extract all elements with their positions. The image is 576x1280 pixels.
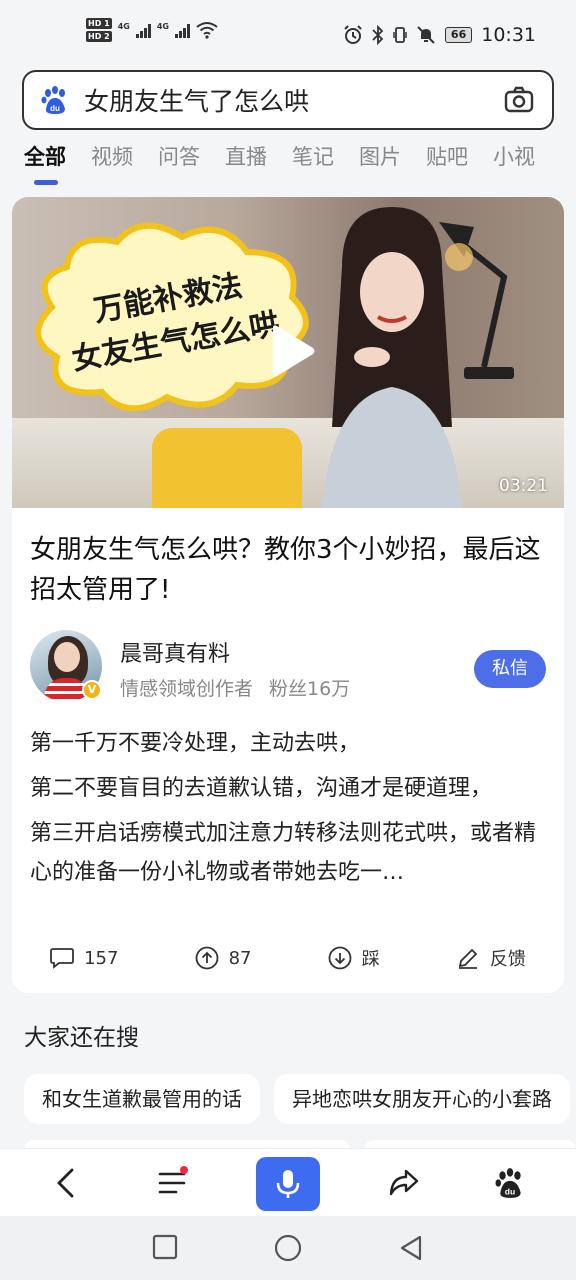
system-nav-bar (0, 1216, 576, 1280)
result-card[interactable]: 万能补救法 女友生气怎么哄 03:21 女朋友生气怎么哄？教你3个小妙招，最后这… (12, 197, 564, 993)
feedback-label: 反馈 (489, 949, 526, 970)
upvote-icon (195, 946, 219, 970)
baidu-home-icon[interactable]: du (494, 1167, 526, 1199)
upvote-button[interactable]: 87 (195, 946, 252, 970)
related-searches: 和女生道歉最管用的话 异地恋哄女朋友开心的小套路 (24, 1074, 576, 1124)
related-search-chip[interactable]: 和女生道歉最管用的话 (24, 1074, 260, 1124)
author-role: 情感领域创作者 (120, 678, 254, 700)
upvote-count: 87 (228, 947, 252, 969)
video-duration: 03:21 (499, 476, 548, 496)
comment-icon (50, 948, 74, 969)
share-icon[interactable] (388, 1167, 420, 1197)
message-button[interactable]: 私信 (474, 650, 546, 688)
summary-paragraph-1: 第一千万不要冷处理，主动去哄， (30, 731, 361, 756)
summary-paragraph-3: 第三开启话痨模式加注意力转移法则花式哄，或者精心的准备一份小礼物或者带她去吃一… (30, 814, 546, 892)
signal-indicators: HD 1 HD 2 4G 4G (86, 18, 218, 42)
search-input[interactable]: 女朋友生气了怎么哄 (84, 82, 309, 118)
wifi-icon (196, 22, 218, 39)
author-name[interactable]: 晨哥真有料 (120, 636, 230, 668)
recent-apps-icon[interactable] (152, 1234, 178, 1260)
baidu-paw-icon: du (41, 86, 65, 114)
pencil-icon (458, 948, 478, 969)
presenter-image (322, 207, 462, 508)
hd1-badge: HD 1 (86, 18, 112, 29)
action-bar: 157 87 踩 反馈 (12, 945, 564, 971)
bluetooth-icon (372, 25, 384, 45)
signal-icon (135, 22, 151, 38)
network-type-2: 4G (156, 22, 169, 31)
downvote-button[interactable]: 踩 (328, 945, 380, 971)
battery-icon: 66 (444, 27, 473, 43)
signal-icon-2 (174, 22, 190, 38)
svg-text:du: du (50, 104, 60, 113)
tab-qa[interactable]: 问答 (158, 140, 200, 188)
status-bar: HD 1 HD 2 4G 4G 66 10:31 (0, 0, 576, 70)
downvote-label: 踩 (361, 949, 380, 970)
comment-button[interactable]: 157 (50, 947, 118, 969)
verified-badge-icon: V (82, 680, 102, 700)
result-tabs: 全部 视频 问答 直播 笔记 图片 贴吧 小视 (24, 140, 576, 188)
microphone-icon (276, 1170, 300, 1198)
bottom-nav: du (0, 1148, 576, 1216)
camera-icon[interactable] (504, 86, 534, 114)
tab-video[interactable]: 视频 (91, 140, 133, 188)
menu-button[interactable] (158, 1166, 188, 1201)
summary-paragraph-3-text: 第三开启话痨模式加注意力转移法则花式哄，或者精心的准备一份小礼物或者带她去吃一… (30, 821, 537, 885)
author-fans: 粉丝16万 (269, 678, 351, 700)
tab-tieba[interactable]: 贴吧 (426, 140, 468, 188)
tab-all[interactable]: 全部 (24, 140, 66, 188)
video-thumbnail[interactable]: 万能补救法 女友生气怎么哄 03:21 (12, 197, 564, 508)
system-back-icon[interactable] (398, 1234, 424, 1262)
notification-dot (180, 1166, 188, 1174)
hd2-badge: HD 2 (86, 31, 112, 42)
downvote-icon (328, 946, 352, 970)
tab-live[interactable]: 直播 (225, 140, 267, 188)
feedback-button[interactable]: 反馈 (456, 945, 526, 971)
author-meta: 情感领域创作者 粉丝16万 (120, 674, 350, 701)
play-icon[interactable] (269, 324, 315, 378)
author-row: V 晨哥真有料 情感领域创作者 粉丝16万 私信 (12, 630, 564, 710)
result-title[interactable]: 女朋友生气怎么哄？教你3个小妙招，最后这招太管用了! (30, 530, 546, 610)
mute-bell-icon (417, 26, 435, 44)
search-box[interactable]: du 女朋友生气了怎么哄 (22, 70, 554, 130)
vibrate-icon (393, 27, 407, 43)
tab-short-video[interactable]: 小视 (493, 140, 535, 188)
related-search-chip[interactable]: 异地恋哄女朋友开心的小套路 (274, 1074, 570, 1124)
comment-count: 157 (84, 947, 119, 969)
tab-notes[interactable]: 笔记 (292, 140, 334, 188)
network-type-1: 4G (117, 22, 130, 31)
result-summary[interactable]: 第一千万不要冷处理，主动去哄， 第二不要盲目的去道歉认错，沟通才是硬道理， 第三… (30, 724, 546, 892)
tab-images[interactable]: 图片 (359, 140, 401, 188)
summary-paragraph-2: 第二不要盲目的去道歉认错，沟通才是硬道理， (30, 776, 493, 801)
home-icon[interactable] (274, 1234, 302, 1262)
svg-text:du: du (505, 1187, 515, 1197)
others-searching-title: 大家还在搜 (24, 1025, 139, 1051)
chair-background (152, 428, 302, 508)
back-icon[interactable] (54, 1167, 76, 1199)
alarm-icon (344, 25, 362, 44)
voice-search-button[interactable] (256, 1157, 320, 1211)
clock: 10:31 (481, 24, 536, 46)
